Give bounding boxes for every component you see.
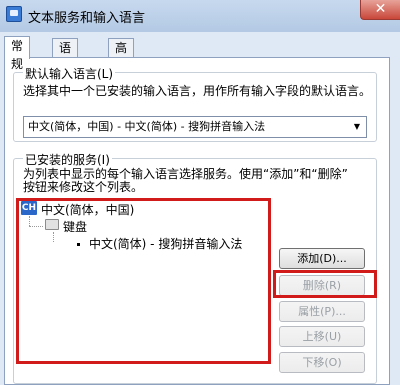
default-input-language-description: 选择其中一个已安装的输入语言，用作所有输入字段的默认语言。: [23, 84, 372, 98]
default-input-language-select[interactable]: 中文(简体，中国) - 中文(简体) - 搜狗拼音输入法 ▼: [23, 116, 367, 138]
tab-panel-general: 默认输入语言(L) 选择其中一个已安装的输入语言，用作所有输入字段的默认语言。 …: [4, 57, 390, 385]
tab-advanced-key-settings[interactable]: 高级键设置: [108, 38, 135, 127]
default-input-language-title: 默认输入语言(L): [23, 65, 116, 82]
window-title: 文本服务和输入语言: [28, 11, 146, 26]
remove-button[interactable]: 删除(R): [279, 275, 365, 296]
add-button[interactable]: 添加(D)...: [279, 248, 365, 269]
bullet-icon: [77, 243, 80, 246]
installed-services-description-2: 按钮来修改这个列表。: [23, 180, 144, 194]
properties-button[interactable]: 属性(P)...: [279, 301, 365, 322]
tree-node-language[interactable]: 中文(简体，中国): [41, 201, 134, 218]
chinese-language-icon: CH: [21, 201, 37, 215]
move-down-button[interactable]: 下移(O): [279, 352, 365, 373]
tree-node-keyboard[interactable]: 键盘: [63, 218, 87, 235]
tab-language-bar[interactable]: 语言栏: [52, 38, 79, 91]
keyboard-settings-icon: [6, 6, 22, 22]
chevron-down-icon: ▼: [353, 122, 360, 131]
close-icon[interactable]: ✕: [360, 0, 400, 20]
tree-node-service[interactable]: 中文(简体) - 搜狗拼音输入法: [89, 235, 242, 252]
keyboard-icon: [45, 219, 59, 230]
tab-general[interactable]: 常规: [4, 36, 31, 71]
tree-connector: [29, 216, 30, 226]
installed-services-tree[interactable]: CH 中文(简体，中国) 键盘 中文(简体) - 搜狗拼音输入法: [19, 198, 265, 364]
default-input-language-value: 中文(简体，中国) - 中文(简体) - 搜狗拼音输入法: [28, 120, 266, 133]
move-up-button[interactable]: 上移(U): [279, 326, 365, 347]
title-bar: 文本服务和输入语言 ✕: [0, 0, 400, 32]
installed-services-title: 已安装的服务(I): [23, 151, 112, 168]
tree-connector: [29, 226, 43, 227]
tree-connector: [53, 232, 54, 242]
